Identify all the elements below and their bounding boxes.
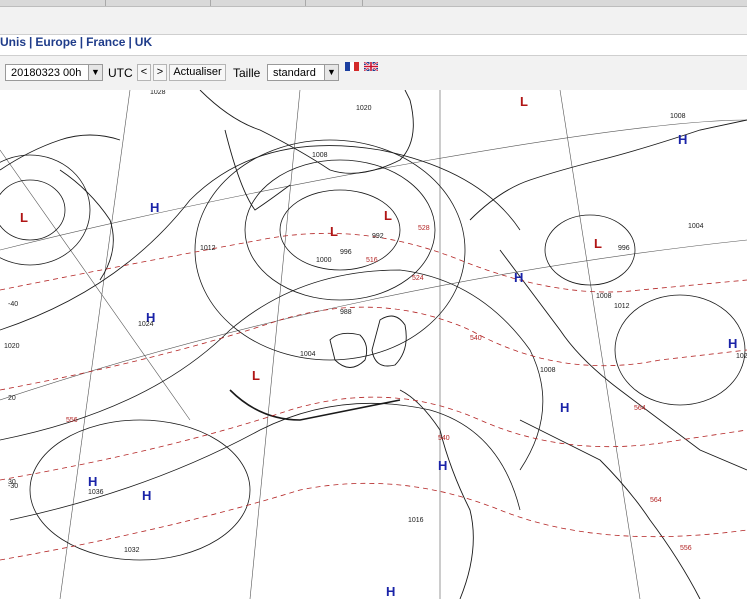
isobar-label: 1000 [316, 257, 332, 264]
isobar-label: 1028 [150, 90, 166, 96]
tab-divider [105, 0, 106, 6]
isobar-label: 1020 [4, 343, 20, 350]
size-label: Taille [233, 66, 261, 80]
isobar-label: 1024 [138, 321, 154, 328]
high-pressure-symbol: H [386, 584, 395, 599]
isobar-label: 996 [618, 245, 630, 252]
low-pressure-symbol: L [594, 236, 602, 251]
refresh-button[interactable]: Actualiser [169, 64, 226, 81]
thickness-label: 540 [470, 335, 482, 342]
high-pressure-symbol: H [88, 474, 97, 489]
isobar-label: 1020 [736, 353, 747, 360]
thickness-label: 564 [650, 497, 662, 504]
low-pressure-symbol: L [384, 208, 392, 223]
isobar-label: 1032 [124, 547, 140, 554]
nav-link-unis[interactable]: Unis [0, 35, 26, 49]
isobar-label: 1012 [200, 245, 216, 252]
isobar-label: 992 [372, 233, 384, 240]
weather-analysis-map: HHHHHHHHHHLLLLLL102810201008100099699298… [0, 90, 747, 599]
isobar-label: 1008 [670, 113, 686, 120]
isobar-label: 1016 [408, 517, 424, 524]
temperature-label: -40 [8, 301, 18, 308]
isobar-label: 1020 [356, 105, 372, 112]
temperature-label: 20 [8, 395, 16, 402]
isobar-label: 1012 [614, 303, 630, 310]
tab-divider [210, 0, 211, 6]
high-pressure-symbol: H [728, 336, 737, 351]
nav-link-uk[interactable]: UK [135, 35, 152, 49]
thickness-label: 528 [418, 225, 430, 232]
low-pressure-symbol: L [520, 94, 528, 109]
utc-label: UTC [108, 66, 133, 80]
isobar-label: 1036 [88, 489, 104, 496]
date-dropdown-button[interactable]: ▼ [88, 64, 103, 81]
next-button[interactable]: > [153, 64, 167, 81]
date-select[interactable]: 20180323 00h [5, 64, 89, 81]
high-pressure-symbol: H [438, 458, 447, 473]
thickness-label: 556 [680, 545, 692, 552]
nav-separator: | [128, 35, 132, 49]
nav-link-europe[interactable]: Europe [35, 35, 76, 49]
high-pressure-symbol: H [514, 270, 523, 285]
region-nav: Unis | Europe | France | UK [0, 35, 152, 53]
chevron-down-icon: ▼ [91, 67, 100, 77]
tab-divider [362, 0, 363, 6]
high-pressure-symbol: H [142, 488, 151, 503]
nav-separator: | [29, 35, 33, 49]
low-pressure-symbol: L [252, 368, 260, 383]
isobar-label: 996 [340, 249, 352, 256]
thickness-label: 556 [66, 417, 78, 424]
thickness-label: 564 [634, 405, 646, 412]
nav-separator: | [79, 35, 84, 49]
nav-link-france[interactable]: France [86, 35, 125, 49]
high-pressure-symbol: H [150, 200, 159, 215]
low-pressure-symbol: L [330, 224, 338, 239]
size-select[interactable]: standard [267, 64, 325, 81]
size-dropdown-button[interactable]: ▼ [324, 64, 339, 81]
top-tab-strip [0, 0, 747, 7]
high-pressure-symbol: H [560, 400, 569, 415]
isobar-label: 1008 [312, 152, 328, 159]
high-pressure-symbol: H [678, 132, 687, 147]
uk-flag-icon[interactable] [364, 62, 378, 71]
browser-chrome [0, 0, 747, 35]
thickness-label: 516 [366, 257, 378, 264]
isobar-label: 988 [340, 309, 352, 316]
prev-button[interactable]: < [137, 64, 151, 81]
low-pressure-symbol: L [20, 210, 28, 225]
temperature-label: 30 [8, 479, 16, 486]
tab-divider [305, 0, 306, 6]
isobar-label: 1008 [540, 367, 556, 374]
map-toolbar: 20180323 00h ▼ UTC < > Actualiser Taille… [0, 55, 747, 91]
isobar-label: 1004 [300, 351, 316, 358]
isobar-label: 1008 [596, 293, 612, 300]
french-flag-icon[interactable] [345, 62, 359, 71]
isobar-label: 1004 [688, 223, 704, 230]
thickness-label: 540 [438, 435, 450, 442]
thickness-label: 524 [412, 275, 424, 282]
chevron-down-icon: ▼ [327, 67, 336, 77]
